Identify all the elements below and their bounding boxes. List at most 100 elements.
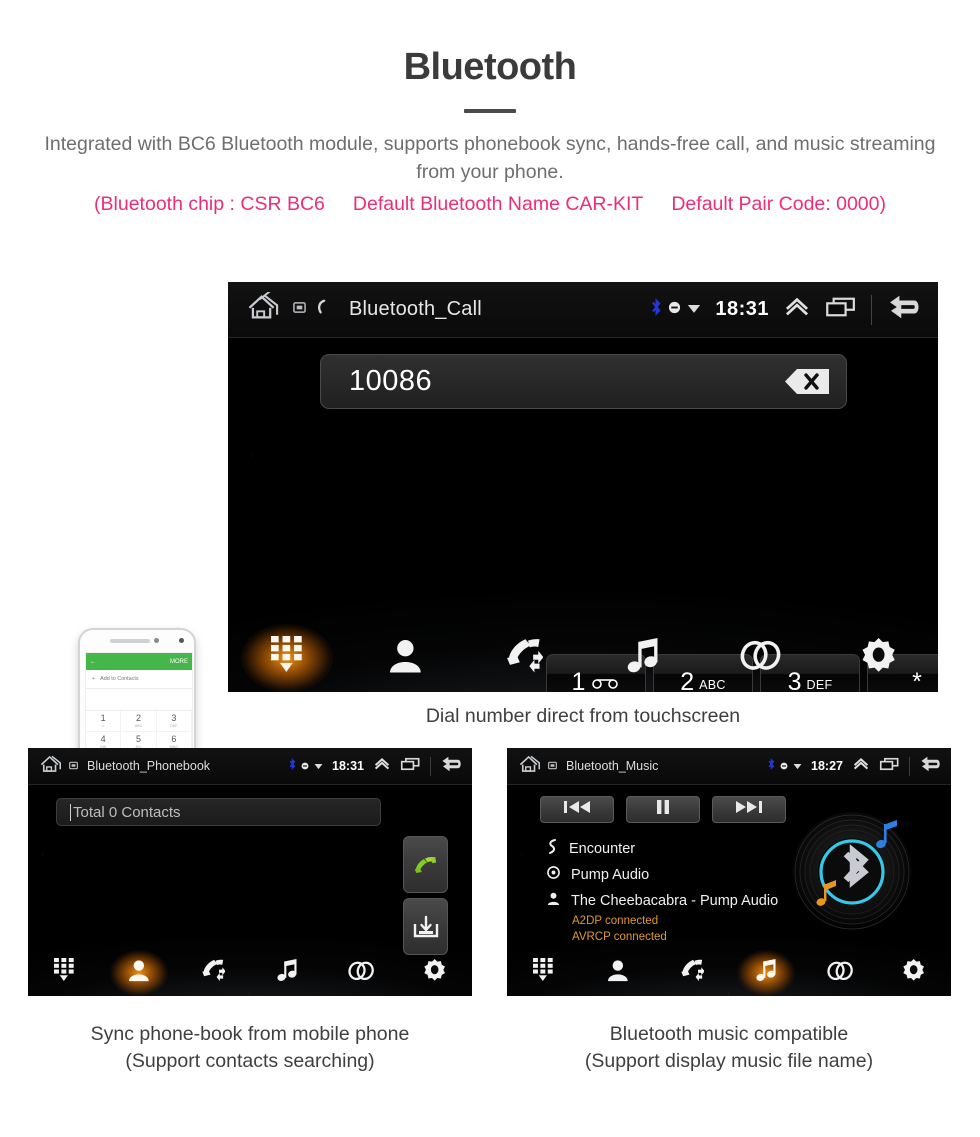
screen-title: Bluetooth_Call	[349, 298, 482, 320]
phone-key-digit: 3	[171, 713, 177, 723]
link-chain-icon	[348, 961, 374, 986]
pause-icon	[656, 799, 670, 820]
phonebook-nav-bar	[28, 950, 472, 996]
home-icon[interactable]	[518, 754, 544, 779]
music-note-icon	[277, 959, 297, 987]
pause-button[interactable]	[626, 796, 700, 823]
keypad-icon	[270, 636, 304, 679]
nav-item-contacts[interactable]	[346, 624, 464, 692]
chevron-up-icon[interactable]	[783, 296, 811, 323]
recents-icon[interactable]	[400, 757, 421, 776]
contact-person-icon	[390, 638, 421, 679]
backspace-icon[interactable]	[784, 368, 830, 395]
screen-title: Bluetooth_Phonebook	[87, 759, 211, 773]
nav-item-settings[interactable]	[820, 624, 938, 692]
phone-key-2: 2 ABC	[121, 711, 157, 732]
back-icon[interactable]	[440, 755, 464, 778]
next-track-button[interactable]	[712, 796, 786, 823]
mute-icon	[301, 757, 309, 775]
keypad-icon	[54, 958, 75, 988]
download-contacts-button[interactable]	[403, 898, 448, 955]
music-status-bar: Bluetooth_Music 18:27	[507, 748, 951, 785]
spec-pair-code: Default Pair Code: 0000)	[671, 193, 886, 216]
phone-front-camera	[179, 638, 184, 643]
page-subtitle: Integrated with BC6 Bluetooth module, su…	[44, 133, 936, 183]
nav-item-settings[interactable]	[398, 950, 472, 996]
phone-handset-icon	[315, 299, 328, 320]
nav-item-call-log[interactable]	[655, 950, 729, 996]
nav-item-music[interactable]	[583, 624, 701, 692]
status-divider	[871, 294, 872, 325]
status-clock: 18:31	[715, 298, 769, 320]
phone-appbar: ← MORE	[86, 653, 192, 670]
phone-more-label: MORE	[170, 658, 188, 665]
music-note-icon	[756, 959, 776, 987]
screen-title: Bluetooth_Music	[566, 759, 659, 773]
phonebook-status-bar: Bluetooth_Phonebook 18:31	[28, 748, 472, 785]
mute-icon	[780, 757, 788, 775]
call-history-icon	[505, 638, 544, 679]
wifi-icon	[793, 757, 802, 775]
bluetooth-icon	[289, 757, 296, 775]
wifi-icon	[314, 757, 323, 775]
gear-icon	[862, 637, 895, 679]
contact-person-icon	[608, 959, 628, 987]
nav-item-call-log[interactable]	[176, 950, 250, 996]
chevron-up-icon[interactable]	[852, 757, 870, 776]
phonebook-caption-line2: (Support contacts searching)	[125, 1050, 375, 1073]
nav-item-contacts[interactable]	[102, 950, 176, 996]
head-unit-nav-bar	[228, 624, 938, 692]
phone-add-contact-label: Add to Contacts	[100, 676, 139, 682]
main-caption: Dial number direct from touchscreen	[425, 705, 741, 727]
nav-item-link[interactable]	[324, 950, 398, 996]
chevron-up-icon[interactable]	[373, 757, 391, 776]
nav-item-contacts[interactable]	[581, 950, 655, 996]
link-chain-icon	[740, 640, 781, 676]
phone-key-letters: ABC	[134, 724, 143, 728]
nav-item-keypad[interactable]	[228, 624, 346, 692]
nav-item-call-log[interactable]	[465, 624, 583, 692]
sd-card-icon	[548, 757, 557, 775]
gear-icon	[903, 959, 925, 987]
home-icon[interactable]	[39, 754, 65, 779]
keypad-icon	[533, 958, 554, 988]
spec-line: (Bluetooth chip : CSR BC6 Default Bluetoo…	[0, 193, 980, 216]
bluetooth-icon	[768, 757, 775, 775]
phone-key-digit: 4	[100, 734, 106, 744]
title-divider	[464, 109, 516, 113]
nav-item-keypad[interactable]	[28, 950, 102, 996]
phonebook-caption: Sync phone-book from mobile phone (Suppo…	[28, 1021, 472, 1076]
nav-item-keypad[interactable]	[507, 950, 581, 996]
contacts-total-label: Total 0 Contacts	[73, 803, 181, 821]
artist-track-name: The Cheebacabra - Pump Audio	[571, 893, 779, 909]
status-divider	[430, 756, 431, 776]
dialed-number: 10086	[349, 365, 433, 397]
back-icon[interactable]	[886, 293, 924, 326]
spec-chip: (Bluetooth chip : CSR BC6	[94, 193, 325, 216]
nav-item-music[interactable]	[729, 950, 803, 996]
album-name: Pump Audio	[571, 867, 650, 883]
bluetooth-music-screen: Bluetooth_Music 18:27 Encounter Pump Aud…	[507, 748, 951, 996]
contact-person-icon	[129, 959, 149, 987]
phone-key-digit: 2	[135, 713, 141, 723]
gear-icon	[424, 959, 446, 987]
nav-item-music[interactable]	[250, 950, 324, 996]
phone-key-letters: ∞	[101, 724, 105, 728]
album-disc-icon	[547, 866, 560, 884]
nav-item-settings[interactable]	[877, 950, 951, 996]
back-icon[interactable]	[919, 755, 943, 778]
nav-item-link[interactable]	[803, 950, 877, 996]
home-icon[interactable]	[246, 288, 284, 327]
contacts-search-input[interactable]: Total 0 Contacts	[56, 798, 381, 826]
recents-icon[interactable]	[825, 296, 857, 323]
previous-track-button[interactable]	[540, 796, 614, 823]
sd-card-icon	[293, 301, 306, 319]
nav-item-link[interactable]	[701, 624, 819, 692]
dial-number-input[interactable]: 10086	[320, 354, 847, 409]
track-title-icon	[547, 838, 558, 860]
phone-key-digit: 5	[135, 734, 141, 744]
call-button[interactable]	[403, 836, 448, 893]
skip-back-icon	[564, 800, 590, 819]
call-history-icon	[680, 959, 705, 987]
recents-icon[interactable]	[879, 757, 900, 776]
